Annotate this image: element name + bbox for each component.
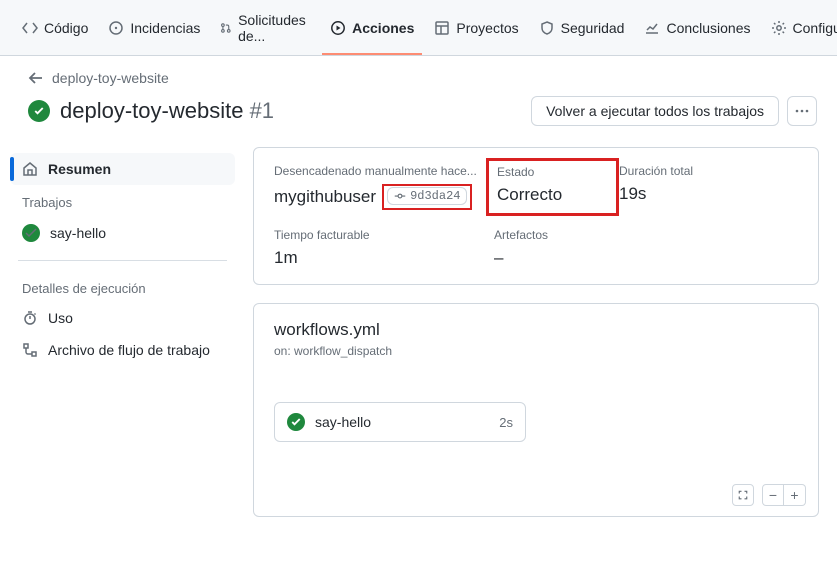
duration-value: 19s [619,184,764,204]
nav-settings[interactable]: Configuración [763,12,837,54]
home-icon [22,161,38,177]
sidebar-usage[interactable]: Uso [10,302,235,334]
code-icon [22,20,38,36]
table-icon [434,20,450,36]
sidebar: Resumen Trabajos say-hello Detalles de e… [10,147,235,517]
sidebar-job-say-hello[interactable]: say-hello [10,216,235,250]
artifacts-label: Artefactos [494,228,619,242]
graph-icon [644,20,660,36]
meta-duration: Duración total 19s [619,164,764,210]
triggered-user[interactable]: mygithubuser [274,187,376,207]
highlight-status: Estado Correcto [486,158,619,216]
main: Resumen Trabajos say-hello Detalles de e… [0,133,837,535]
billable-label: Tiempo facturable [274,228,494,242]
status-value: Correcto [497,185,608,205]
triggered-label: Desencadenado manualmente hace... [274,164,494,178]
commit-icon [394,190,406,202]
sidebar-workflow-file[interactable]: Archivo de flujo de trabajo [10,334,235,366]
sidebar-summary[interactable]: Resumen [10,153,235,185]
job-node-say-hello[interactable]: say-hello 2s [274,402,526,442]
highlight-commit: 9d3da24 [382,184,472,210]
stopwatch-icon [22,310,38,326]
status-success-icon [22,224,40,242]
fullscreen-button[interactable] [732,484,754,506]
sidebar-jobs-section: Trabajos [10,185,235,216]
play-icon [330,20,346,36]
workflow-file-name: workflows.yml [274,320,798,340]
status-success-icon [28,100,50,122]
status-label: Estado [497,165,608,179]
rerun-all-button[interactable]: Volver a ejecutar todos los trabajos [531,96,779,126]
expand-icon [737,489,749,501]
workflow-trigger: on: workflow_dispatch [274,344,798,358]
sidebar-usage-label: Uso [48,310,73,326]
nav-projects-label: Proyectos [456,20,518,36]
workflow-card: workflows.yml on: workflow_dispatch say-… [253,303,819,517]
nav-issues-label: Incidencias [130,20,200,36]
divider [18,260,227,261]
nav-issues[interactable]: Incidencias [100,12,208,54]
run-title-wrap: deploy-toy-website #1 [28,98,274,124]
nav-code-label: Código [44,20,88,36]
status-success-icon [287,413,305,431]
breadcrumb-workflow: deploy-toy-website [52,70,169,86]
nav-code[interactable]: Código [14,12,96,54]
repo-nav: Código Incidencias Solicitudes de... Acc… [0,0,837,56]
nav-security[interactable]: Seguridad [531,12,633,54]
nav-actions[interactable]: Acciones [322,12,422,54]
zoom-in-button[interactable]: + [784,484,806,506]
sidebar-job-label: say-hello [50,225,106,241]
nav-pulls-label: Solicitudes de... [238,12,310,44]
breadcrumb[interactable]: deploy-toy-website [28,70,817,86]
nav-insights[interactable]: Conclusiones [636,12,758,54]
job-duration: 2s [499,415,513,430]
nav-settings-label: Configuración [793,20,837,36]
nav-insights-label: Conclusiones [666,20,750,36]
nav-security-label: Seguridad [561,20,625,36]
git-pull-icon [220,20,232,36]
summary-card: Desencadenado manualmente hace... mygith… [253,147,819,285]
nav-projects[interactable]: Proyectos [426,12,526,54]
meta-artifacts: Artefactos – [494,228,619,268]
gear-icon [771,20,787,36]
arrow-left-icon [28,70,44,86]
run-title: deploy-toy-website #1 [60,98,274,124]
sidebar-summary-label: Resumen [48,161,111,177]
meta-billable: Tiempo facturable 1m [274,228,494,268]
job-name: say-hello [315,414,371,430]
artifacts-value: – [494,248,619,268]
nav-pulls[interactable]: Solicitudes de... [212,4,318,62]
run-number: #1 [250,98,274,123]
billable-value: 1m [274,248,494,268]
commit-link[interactable]: 9d3da24 [387,187,467,205]
workflow-icon [22,342,38,358]
nav-actions-label: Acciones [352,20,414,36]
more-actions-button[interactable] [787,96,817,126]
duration-label: Duración total [619,164,764,178]
zoom-out-button[interactable]: − [762,484,784,506]
run-title-text: deploy-toy-website [60,98,243,123]
shield-icon [539,20,555,36]
commit-sha: 9d3da24 [410,189,460,203]
sidebar-workflow-file-label: Archivo de flujo de trabajo [48,342,210,358]
issue-icon [108,20,124,36]
content: Desencadenado manualmente hace... mygith… [253,147,819,517]
meta-triggered: Desencadenado manualmente hace... mygith… [274,164,494,210]
kebab-icon [794,103,810,119]
run-header: deploy-toy-website deploy-toy-website #1… [0,56,837,133]
sidebar-details-section: Detalles de ejecución [10,271,235,302]
